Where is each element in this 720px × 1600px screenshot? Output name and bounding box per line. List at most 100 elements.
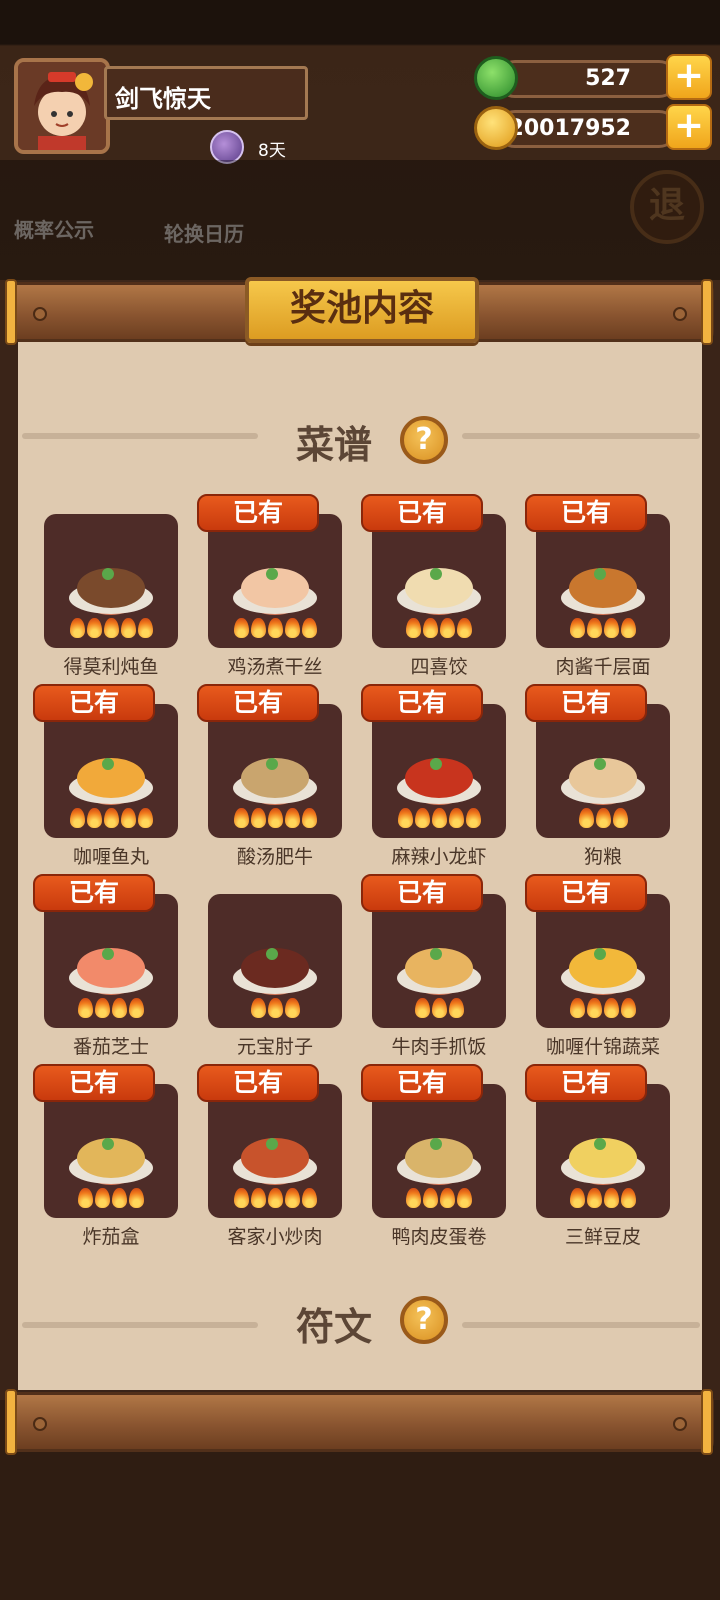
recipe-card[interactable] xyxy=(208,894,342,1028)
recipe-name: 麻辣小龙虾 xyxy=(391,846,487,868)
flame-icon xyxy=(621,618,636,638)
recipe-name: 咖喱鱼丸 xyxy=(72,846,149,868)
owned-badge: 已有 xyxy=(525,1064,647,1102)
heat-rating xyxy=(536,998,670,1024)
recipe-card[interactable] xyxy=(44,894,178,1028)
flame-icon xyxy=(233,618,249,638)
recipe-name: 狗粮 xyxy=(583,846,622,868)
flame-icon xyxy=(621,1188,636,1208)
owned-badge: 已有 xyxy=(361,874,483,912)
flame-icon xyxy=(448,808,464,828)
flame-icon xyxy=(112,1188,127,1208)
recipe-card[interactable] xyxy=(208,514,342,648)
flame-icon xyxy=(397,808,413,828)
flame-icon xyxy=(284,998,300,1018)
flame-icon xyxy=(423,618,438,638)
runes-section-title: 符文 xyxy=(296,1305,373,1349)
recipe-card[interactable] xyxy=(208,704,342,838)
recipe-card[interactable] xyxy=(536,704,670,838)
vip-avatar-icon[interactable] xyxy=(210,130,244,164)
recipe-name: 炸茄盒 xyxy=(82,1226,140,1248)
flame-icon xyxy=(69,808,85,828)
flame-icon xyxy=(587,1188,602,1208)
recipe-card[interactable] xyxy=(372,894,506,1028)
flame-icon xyxy=(112,998,127,1018)
flame-icon xyxy=(621,998,636,1018)
flame-icon xyxy=(457,1188,472,1208)
section-divider-right xyxy=(462,1322,700,1328)
flame-icon xyxy=(301,1188,317,1208)
flame-icon xyxy=(78,998,93,1018)
recipe-card[interactable] xyxy=(536,1084,670,1218)
flame-icon xyxy=(448,998,464,1018)
flame-icon xyxy=(440,618,455,638)
flame-icon xyxy=(69,618,85,638)
add-gems-button[interactable]: + xyxy=(666,54,712,100)
recipe-card[interactable] xyxy=(536,894,670,1028)
flame-icon xyxy=(423,1188,438,1208)
flame-icon xyxy=(103,618,119,638)
flame-icon xyxy=(137,808,153,828)
player-name: 剑飞惊天 xyxy=(104,66,308,120)
recipe-card[interactable] xyxy=(44,1084,178,1218)
coin-counter: 20017952 xyxy=(496,110,678,148)
recipe-card[interactable] xyxy=(372,514,506,648)
flame-icon xyxy=(612,808,628,828)
flame-icon xyxy=(284,808,300,828)
heat-rating xyxy=(44,998,178,1024)
owned-badge: 已有 xyxy=(197,1064,319,1102)
recipe-name: 三鲜豆皮 xyxy=(564,1226,641,1248)
gem-counter: 527 xyxy=(496,60,678,98)
owned-badge: 已有 xyxy=(361,1064,483,1102)
recipe-card[interactable] xyxy=(536,514,670,648)
flame-icon xyxy=(267,998,283,1018)
flame-icon xyxy=(587,998,602,1018)
flame-icon xyxy=(129,1188,144,1208)
flame-icon xyxy=(595,808,611,828)
recipe-card[interactable] xyxy=(208,1084,342,1218)
avatar-portrait-icon xyxy=(18,62,106,150)
recipe-card[interactable] xyxy=(44,514,178,648)
recipe-card[interactable] xyxy=(372,704,506,838)
heat-rating xyxy=(372,1188,506,1214)
recipe-card[interactable] xyxy=(44,704,178,838)
flame-icon xyxy=(570,1188,585,1208)
add-coins-button[interactable]: + xyxy=(666,104,712,150)
recipes-help-button[interactable]: ? xyxy=(400,416,448,464)
section-divider-left xyxy=(22,433,258,439)
flame-icon xyxy=(250,808,266,828)
recipe-name: 鸭肉皮蛋卷 xyxy=(391,1226,487,1248)
heat-rating xyxy=(208,1188,342,1214)
background-dim-overlay xyxy=(0,160,720,280)
recipe-name: 咖喱什锦蔬菜 xyxy=(545,1036,660,1058)
section-divider-left xyxy=(22,1322,258,1328)
section-divider-right xyxy=(462,433,700,439)
flame-icon xyxy=(604,618,619,638)
flame-icon xyxy=(570,618,585,638)
flame-icon xyxy=(578,808,594,828)
player-avatar[interactable] xyxy=(14,58,110,154)
flame-icon xyxy=(406,1188,421,1208)
recipe-name: 元宝肘子 xyxy=(236,1036,313,1058)
flame-icon xyxy=(284,618,300,638)
flame-icon xyxy=(414,808,430,828)
flame-icon xyxy=(301,618,317,638)
flame-icon xyxy=(250,618,266,638)
heat-rating xyxy=(536,1188,670,1214)
modal-title: 奖池内容 xyxy=(245,277,479,343)
owned-badge: 已有 xyxy=(525,494,647,532)
flame-icon xyxy=(570,998,585,1018)
flame-icon xyxy=(86,808,102,828)
recipe-name: 酸汤肥牛 xyxy=(236,846,313,868)
recipe-card[interactable] xyxy=(372,1084,506,1218)
flame-icon xyxy=(120,618,136,638)
flame-icon xyxy=(301,808,317,828)
heat-rating xyxy=(208,808,342,834)
runes-help-button[interactable]: ? xyxy=(400,1296,448,1344)
flame-icon xyxy=(457,618,472,638)
flame-icon xyxy=(103,808,119,828)
heat-rating xyxy=(44,618,178,644)
owned-badge: 已有 xyxy=(361,494,483,532)
flame-icon xyxy=(414,998,430,1018)
flame-icon xyxy=(120,808,136,828)
